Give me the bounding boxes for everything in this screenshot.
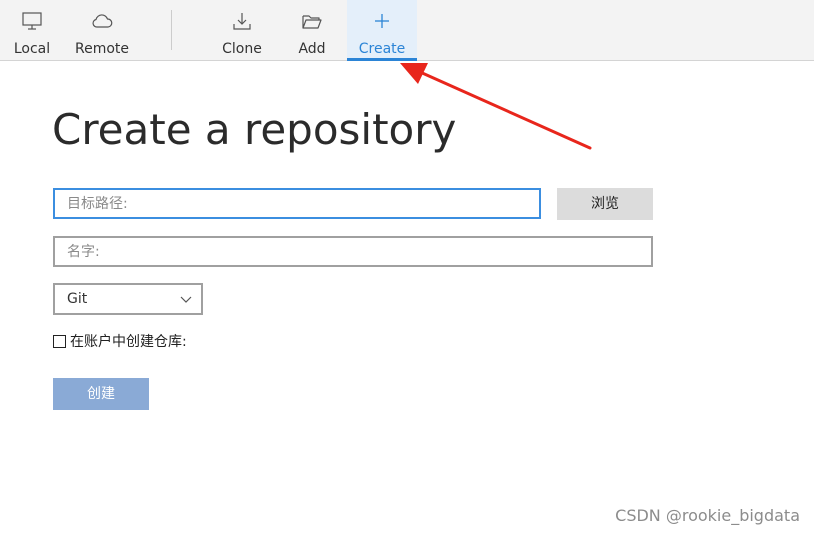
plus-icon (375, 14, 389, 28)
vcs-type-value: Git (67, 291, 88, 307)
name-input[interactable] (53, 236, 653, 267)
create-tab-label: Create (358, 41, 406, 57)
local-button[interactable]: Local (8, 0, 56, 60)
page-title: Create a repository (52, 105, 457, 154)
browse-button[interactable]: 浏览 (557, 188, 653, 220)
cloud-icon (92, 14, 113, 28)
remote-button[interactable]: Remote (70, 0, 134, 60)
target-path-input[interactable] (53, 188, 541, 219)
chevron-down-icon (180, 296, 192, 303)
create-in-account-checkbox[interactable] (53, 335, 66, 348)
toolbar: Local Remote Clone Add Create (0, 0, 814, 61)
monitor-icon (22, 12, 42, 30)
vcs-type-select[interactable]: Git (53, 283, 203, 315)
create-button[interactable]: 创建 (53, 378, 149, 410)
watermark: CSDN @rookie_bigdata (615, 506, 800, 525)
red-annotation-arrow (400, 63, 592, 150)
clone-button[interactable]: Clone (214, 0, 270, 60)
download-icon (233, 13, 251, 30)
local-label: Local (13, 41, 51, 57)
add-button[interactable]: Add (287, 0, 337, 60)
folder-open-icon (302, 15, 322, 29)
remote-label: Remote (74, 41, 130, 57)
add-label: Add (298, 41, 326, 57)
create-in-account-label: 在账户中创建仓库: (70, 334, 187, 350)
clone-label: Clone (222, 41, 262, 57)
toolbar-divider (171, 10, 172, 50)
create-tab-button[interactable]: Create (347, 0, 417, 61)
